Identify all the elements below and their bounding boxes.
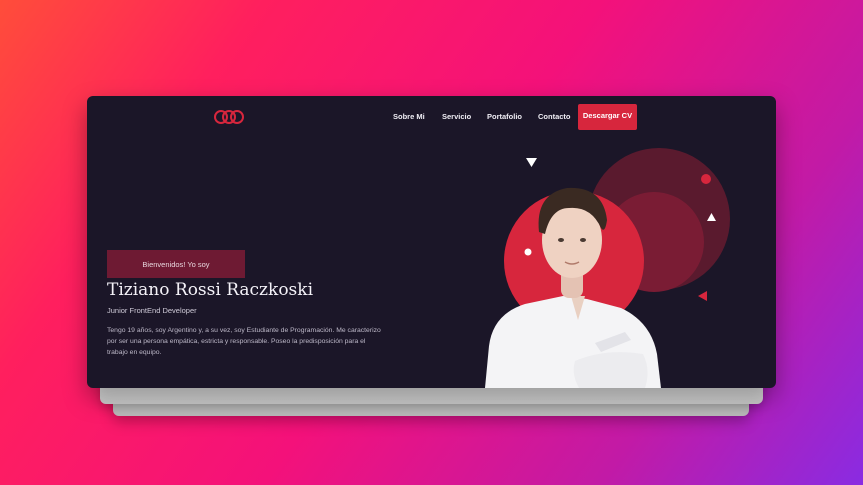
download-cv-button[interactable]: Descargar CV [578,104,637,130]
nav-portafolio[interactable]: Portafolio [487,112,522,121]
triangle-icon [698,291,707,301]
hero-name: Tiziano Rossi Raczkoski [107,280,314,300]
nav-sobre-mi[interactable]: Sobre Mi [393,112,425,121]
hero-bio: Tengo 19 años, soy Argentino y, a su vez… [107,327,381,356]
nav-servicio[interactable]: Servicio [442,112,471,121]
nav-contacto[interactable]: Contacto [538,112,571,121]
hero-illustration [485,148,730,388]
greeting-badge: Bienvenidos! Yo soy [107,250,245,278]
dot-icon [524,248,532,256]
portfolio-window: Sobre Mi Servicio Portafolio Contacto De… [87,96,776,388]
hero-role: Junior FrontEnd Developer [107,306,197,315]
dot-icon [701,174,711,184]
triangle-icon [526,158,537,167]
three-rings-logo-icon[interactable] [213,108,245,126]
